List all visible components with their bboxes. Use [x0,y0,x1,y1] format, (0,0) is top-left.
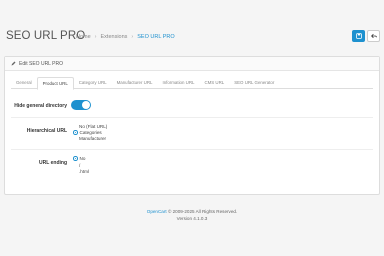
card-title: Edit SEO URL PRO [19,60,63,67]
url-ending-option-html[interactable]: .html [79,169,89,174]
footer-copyright-line: OpenCart © 2009-2025 All Rights Reserved… [0,208,384,215]
tab-general[interactable]: General [11,77,37,89]
breadcrumb-extensions[interactable]: Extensions [101,34,128,40]
option-label: / [79,163,81,168]
hierarchical-url-label: Hierarchical URL [26,128,67,134]
hierarchical-option-flat[interactable]: No (Flat URL) [79,124,107,129]
hide-general-directory-label: Hide general directory [14,103,67,109]
footer-copyright: © 2009-2025 All Rights Reserved. [167,209,238,214]
hierarchical-option-categories[interactable]: Categories [73,130,102,135]
tab-bar: General Product URL Category URL Manufac… [11,77,373,90]
option-label: Manufacturer [79,136,107,141]
radio-selected[interactable] [73,156,78,161]
breadcrumb: Home › Extensions › SEO URL PRO [76,34,175,40]
option-label: No (Flat URL) [79,124,108,129]
tab-product-url[interactable]: Product URL [36,77,74,90]
save-button[interactable] [352,30,365,42]
option-label: .html [79,169,89,174]
footer-brand-link[interactable]: OpenCart [147,209,167,214]
tab-information-url[interactable]: Information URL [157,77,199,89]
divider [11,117,373,118]
tab-manufacturer-url[interactable]: Manufacturer URL [112,77,158,89]
toggle-knob [82,101,90,109]
footer: OpenCart © 2009-2025 All Rights Reserved… [0,208,384,222]
breadcrumb-current[interactable]: SEO URL PRO [137,34,174,40]
pencil-icon [11,61,16,66]
option-label: Categories [79,130,102,135]
footer-version: Version 4.1.0.3 [176,216,208,221]
divider [11,149,373,150]
save-icon [355,33,362,39]
tab-category-url[interactable]: Category URL [74,77,112,89]
radio-selected[interactable] [73,130,78,135]
back-button[interactable] [367,30,380,42]
back-icon [370,33,377,39]
page-title: SEO URL PRO [6,30,86,42]
edit-card: Edit SEO URL PRO General Product URL Cat… [4,56,380,195]
url-ending-option-no[interactable]: No [73,156,85,161]
tab-seo-url-generator[interactable]: SEO URL Generator [229,77,279,89]
hide-general-directory-toggle[interactable] [71,100,91,110]
url-ending-option-slash[interactable]: / [79,163,80,168]
hierarchical-option-manufacturer[interactable]: Manufacturer [79,136,106,141]
card-header: Edit SEO URL PRO [5,57,379,71]
option-label: No [79,156,86,161]
breadcrumb-home[interactable]: Home [76,34,91,40]
tab-cms-url[interactable]: CMS URL [199,77,229,89]
url-ending-label: URL ending [39,160,67,166]
page-header: SEO URL PRO Home › Extensions › SEO URL … [0,0,384,48]
